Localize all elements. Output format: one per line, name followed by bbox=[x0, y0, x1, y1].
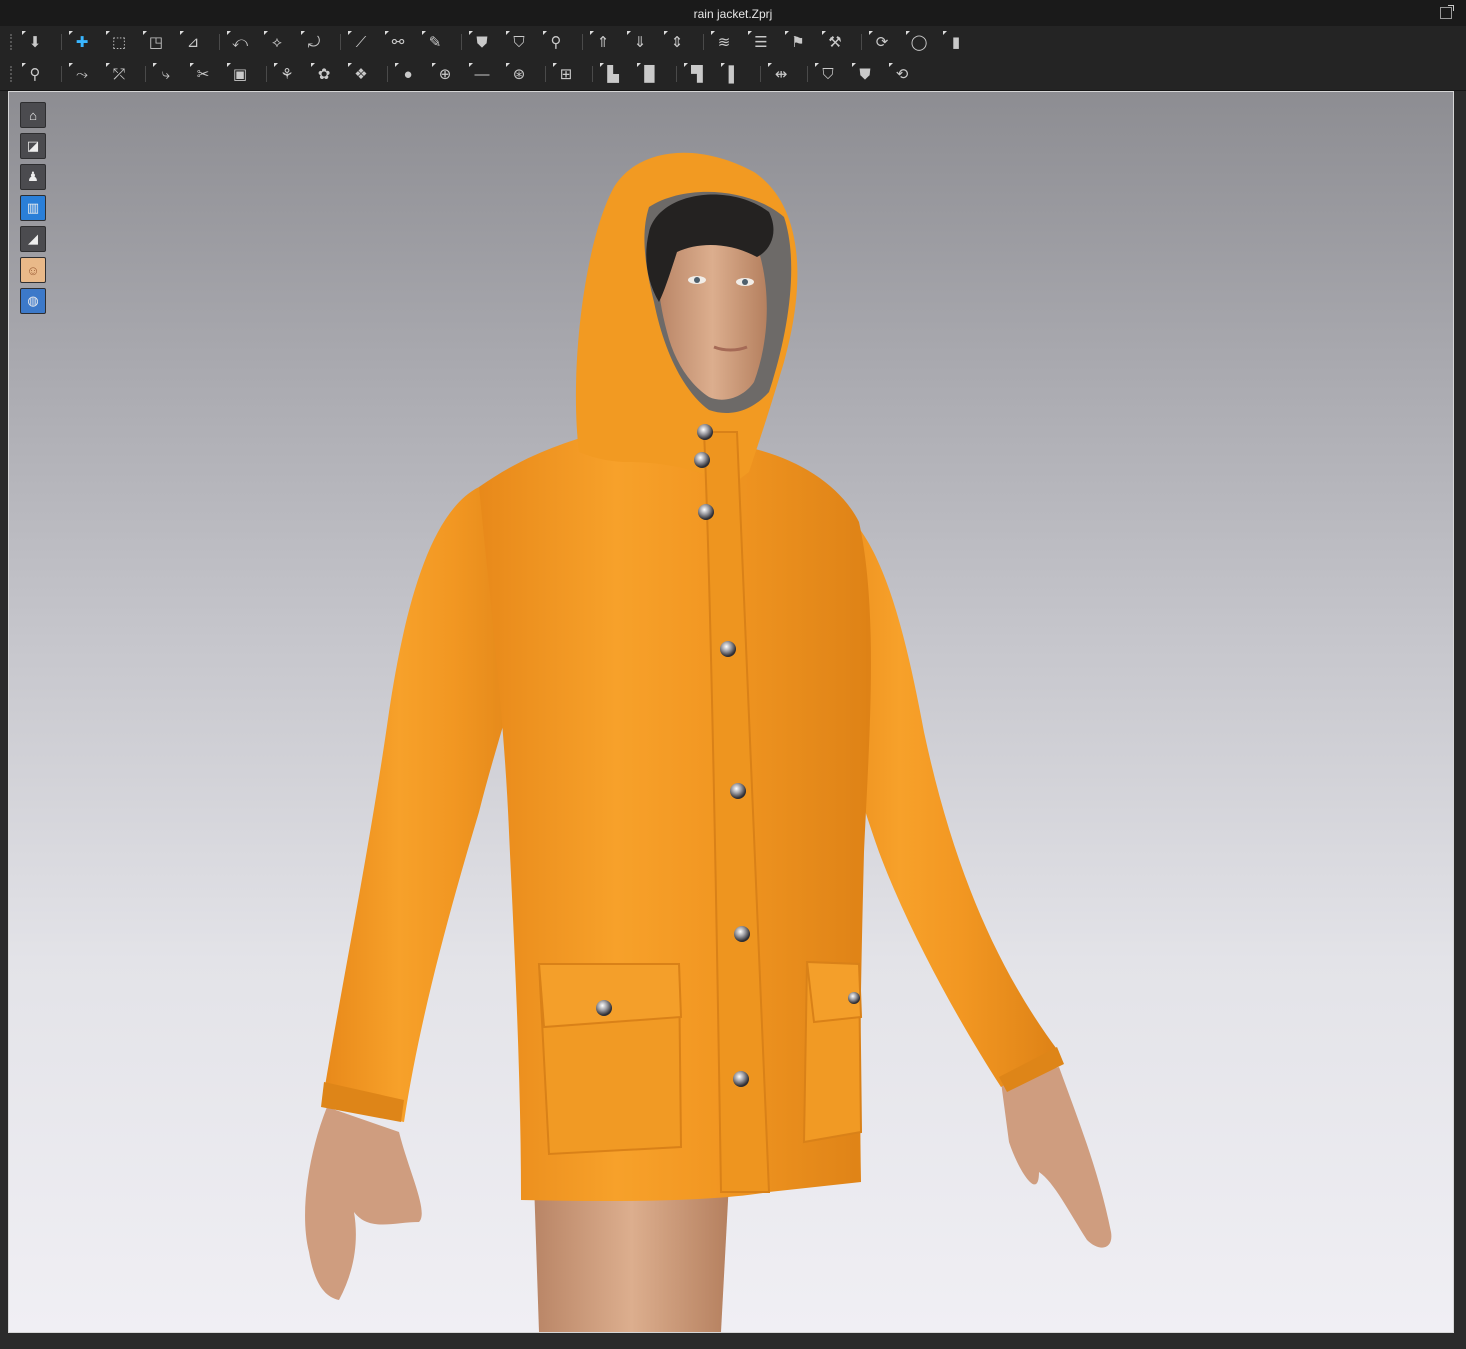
toolbar-separator bbox=[676, 66, 677, 82]
show-garment-icon[interactable]: ⛉ bbox=[815, 63, 841, 85]
select-move-icon[interactable]: ✚ bbox=[69, 31, 95, 53]
transform-pattern-icon[interactable]: ⬚ bbox=[106, 31, 132, 53]
toolbar-separator bbox=[807, 66, 808, 82]
graphic-icon[interactable]: ⚘ bbox=[274, 63, 300, 85]
show-avatar-icon[interactable]: ⛊ bbox=[852, 63, 878, 85]
create-seamline-icon[interactable]: ⤱ bbox=[106, 63, 132, 85]
ruler-icon[interactable]: ▮ bbox=[943, 31, 969, 53]
toolbar-separator bbox=[340, 34, 341, 50]
topstitch-icon[interactable]: — bbox=[469, 63, 495, 85]
flatten-icon[interactable]: ⇕ bbox=[664, 31, 690, 53]
turntable-icon[interactable]: ⟲ bbox=[889, 63, 915, 85]
measure-icon[interactable]: ⟳ bbox=[869, 31, 895, 53]
main-toolbar: ⬇ ✚ ⬚ ◳ ⊿ ⤺ ⟡ ⤾ ⟋ ⚯ ✎ ⛊ ⛉ ⚲ ⇑ ⇓ ⇕ ≋ ☰ ⚑ ⚒ ⟳ ◯ ▮ bbox=[0, 26, 1466, 59]
popout-icon[interactable] bbox=[1440, 5, 1454, 19]
avatar-display-icon[interactable]: ♟ bbox=[20, 164, 46, 190]
garment-up-icon[interactable]: ⇑ bbox=[590, 31, 616, 53]
toolbar-separator bbox=[760, 66, 761, 82]
window-title: rain jacket.Zprj bbox=[693, 7, 773, 21]
avatar-with-rain-jacket bbox=[305, 152, 1112, 1332]
button-icon[interactable]: ● bbox=[395, 63, 421, 85]
edit-curvature-icon[interactable]: ⤺ bbox=[227, 31, 253, 53]
toolbar-separator bbox=[461, 34, 462, 50]
zipper-icon[interactable]: ⊞ bbox=[553, 63, 579, 85]
toolbar-separator bbox=[592, 66, 593, 82]
right-edge-panel bbox=[1456, 91, 1466, 1331]
garment-down-icon[interactable]: ⇓ bbox=[627, 31, 653, 53]
edit-texture-icon[interactable]: ⊿ bbox=[180, 31, 206, 53]
layer-stack-icon[interactable]: ☰ bbox=[748, 31, 774, 53]
texture-icon[interactable]: ✿ bbox=[311, 63, 337, 85]
fold-arrangement-icon[interactable]: ⛊ bbox=[469, 31, 495, 53]
create-seam-icon[interactable]: ⤳ bbox=[69, 63, 95, 85]
shading-icon[interactable]: ◢ bbox=[20, 226, 46, 252]
world-icon[interactable]: ◍ bbox=[20, 288, 46, 314]
strengthen-icon[interactable]: ⚒ bbox=[822, 31, 848, 53]
free-sewing-icon[interactable]: ⚯ bbox=[385, 31, 411, 53]
toolbar-separator bbox=[219, 34, 220, 50]
fold-icon[interactable]: ▜ bbox=[684, 63, 710, 85]
reset-arrangement-icon[interactable]: ⚲ bbox=[543, 31, 569, 53]
elastic-icon[interactable]: ▉ bbox=[637, 63, 663, 85]
toolbar-grip[interactable] bbox=[10, 66, 15, 82]
fold-line-icon[interactable]: ⤷ bbox=[153, 63, 179, 85]
toolbar-separator bbox=[145, 66, 146, 82]
toolbar-grip[interactable] bbox=[10, 34, 15, 50]
render-mode-icon[interactable]: ▥ bbox=[20, 195, 46, 221]
garment-display-icon[interactable]: ⌂ bbox=[20, 102, 46, 128]
tape-icon[interactable]: ◯ bbox=[906, 31, 932, 53]
3d-viewport[interactable]: ⌂ ◪ ♟ ▥ ◢ ☺ ◍ bbox=[8, 91, 1454, 1333]
layer-icon[interactable]: ≋ bbox=[711, 31, 737, 53]
segment-sewing-icon[interactable]: ⟋ bbox=[348, 31, 374, 53]
buttonhole-icon[interactable]: ⊕ bbox=[432, 63, 458, 85]
piping-icon[interactable]: ▙ bbox=[600, 63, 626, 85]
toolbar-separator bbox=[61, 34, 62, 50]
edit-sewing-icon[interactable]: ⤾ bbox=[301, 31, 327, 53]
skin-icon[interactable]: ☺ bbox=[20, 257, 46, 283]
toolbar-separator bbox=[387, 66, 388, 82]
edit-curve-point-icon[interactable]: ⟡ bbox=[264, 31, 290, 53]
avatar-pose-icon[interactable]: ⚲ bbox=[22, 63, 48, 85]
toolbar-separator bbox=[61, 66, 62, 82]
toolbar-separator bbox=[266, 66, 267, 82]
trim-icon[interactable]: ⇹ bbox=[768, 63, 794, 85]
fasten-icon[interactable]: ⊛ bbox=[506, 63, 532, 85]
simulation-icon[interactable]: ⬇ bbox=[22, 31, 48, 53]
texture-display-icon[interactable]: ◪ bbox=[20, 133, 46, 159]
toolbar-separator bbox=[703, 34, 704, 50]
cut-line-icon[interactable]: ✂ bbox=[190, 63, 216, 85]
viewport-display-toolbar: ⌂ ◪ ♟ ▥ ◢ ☺ ◍ bbox=[20, 102, 48, 319]
toolbar-separator bbox=[582, 34, 583, 50]
toolbar-separator bbox=[861, 34, 862, 50]
window-titlebar: rain jacket.Zprj bbox=[0, 0, 1466, 27]
tack-icon[interactable]: ✎ bbox=[422, 31, 448, 53]
pattern-texture-icon[interactable]: ❖ bbox=[348, 63, 374, 85]
shirring-icon[interactable]: ▌ bbox=[721, 63, 747, 85]
pin-icon[interactable]: ⚑ bbox=[785, 31, 811, 53]
secondary-toolbar: ⚲ ⤳ ⤱ ⤷ ✂ ▣ ⚘ ✿ ❖ ● ⊕ — ⊛ ⊞ ▙ ▉ ▜ ▌ ⇹ ⛉ ⛊ ⟲ bbox=[0, 58, 1466, 91]
toolbar-separator bbox=[545, 66, 546, 82]
transform-points-icon[interactable]: ◳ bbox=[143, 31, 169, 53]
puckering-icon[interactable]: ▣ bbox=[227, 63, 253, 85]
arrangement-icon[interactable]: ⛉ bbox=[506, 31, 532, 53]
